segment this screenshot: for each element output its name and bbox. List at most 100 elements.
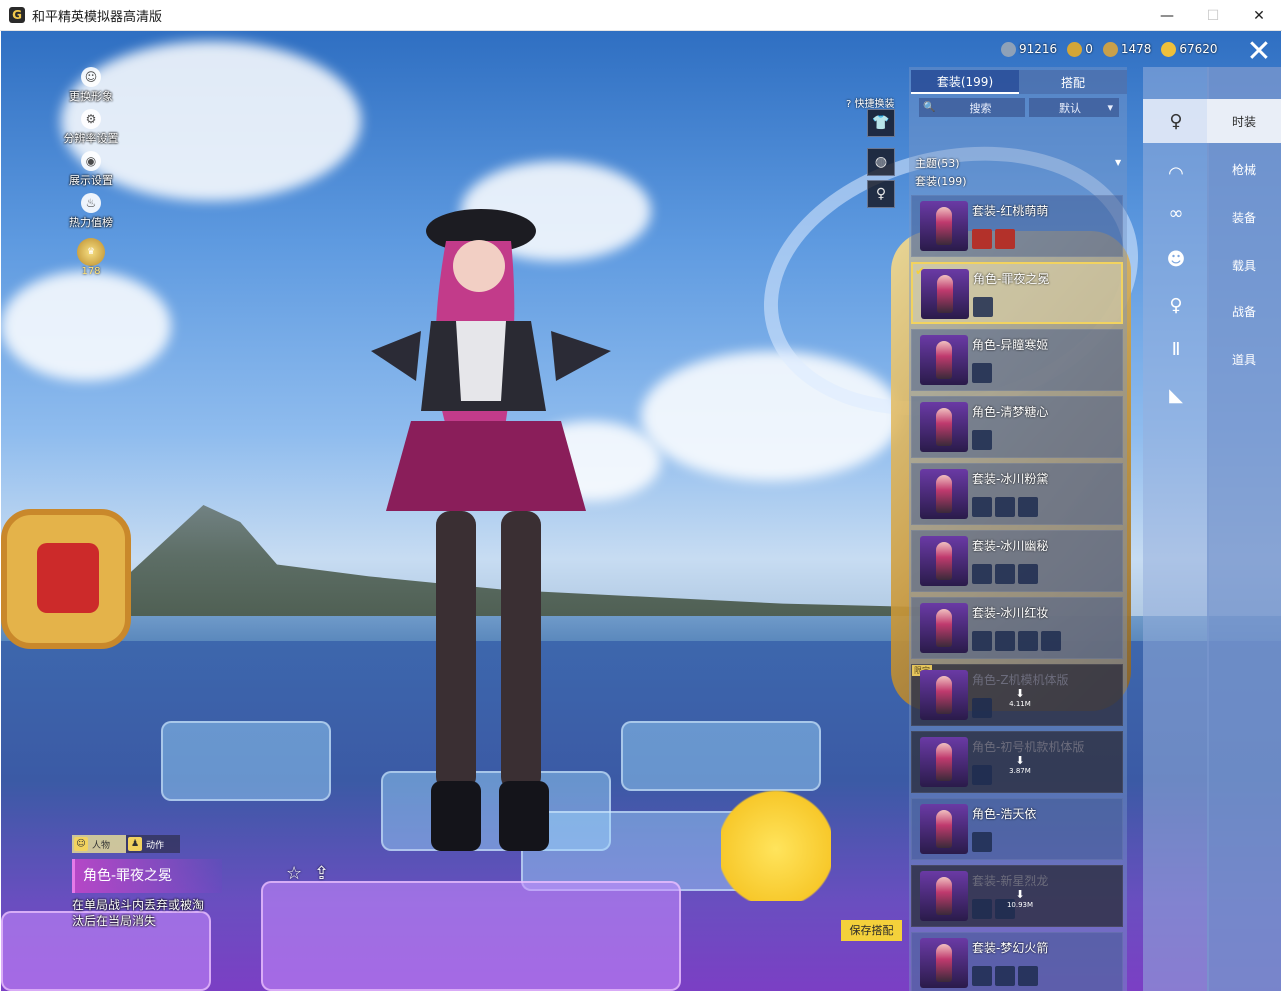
sort-select[interactable]: 默认 ▾ [1029, 98, 1119, 117]
outfit-item-selected[interactable]: ✔ 角色-罪夜之冕 [911, 262, 1123, 324]
theme-count[interactable]: 主题(53) [915, 155, 960, 171]
category-icon-column: ♀ ◠ ∞ ☻ ♀ Ⅱ ◣ [1143, 67, 1209, 991]
minimize-button[interactable]: — [1144, 0, 1190, 31]
quick-slot-shirt[interactable]: 👕 [867, 109, 895, 137]
outfit-parts [973, 297, 993, 317]
currency-bar: 91216 0 1478 67620 [1001, 39, 1218, 59]
favorite-icon[interactable]: ☆ [286, 863, 302, 884]
outfit-part [972, 497, 992, 517]
outfit-item-downloading[interactable]: 套装-新星烈龙 ⬇ 10.93M [911, 865, 1123, 927]
outfit-parts [972, 497, 1038, 517]
outfit-name: 套装-冰川幽秘 [972, 539, 1049, 553]
outfit-part [1018, 497, 1038, 517]
currency-value: 91216 [1019, 42, 1058, 56]
shirt-icon: 👕 [872, 115, 890, 131]
outfit-name: 角色-初号机款机体版 [972, 740, 1085, 754]
search-placeholder: 搜索 [969, 101, 992, 115]
outfit-thumbnail [920, 335, 968, 385]
share-icon[interactable]: ⇪ [314, 863, 329, 884]
tab-battle-gear[interactable]: 战备 [1207, 289, 1281, 333]
currency-token[interactable]: 1478 [1102, 41, 1151, 57]
outfit-item[interactable]: 角色-异瞳寒姬 [911, 329, 1123, 391]
outfit-part [995, 564, 1015, 584]
download-button[interactable]: ⬇ 4.11M [1008, 687, 1032, 708]
gear-icon: ⚙ [81, 109, 101, 129]
download-size: 10.93M [1006, 901, 1034, 909]
outfit-tabs: 套装(199) 搭配 [911, 70, 1127, 94]
character-icon[interactable]: ♀ [1143, 99, 1209, 143]
outfit-item[interactable]: 套装-红桃萌萌 [911, 195, 1123, 257]
quick-change-label[interactable]: ? 快捷换装 [846, 95, 906, 110]
outfit-item[interactable]: 角色-清梦糖心 [911, 396, 1123, 458]
character-leg-right [501, 511, 541, 791]
outfit-item[interactable]: 角色-浩天依 [911, 798, 1123, 860]
game-viewport: ☺ 更换形象 ⚙ 分辨率设置 ◉ 展示设置 ♨ 热力值榜 ♛ 178 ? 快捷换… [1, 31, 1281, 991]
download-size: 4.11M [1009, 700, 1031, 708]
shoes-icon[interactable]: ◣ [1143, 373, 1209, 417]
currency-coin[interactable]: 91216 [1001, 41, 1058, 57]
search-input[interactable]: 🔍 搜索 [919, 98, 1025, 117]
action-mode-button[interactable]: ♟ 动作 [126, 835, 180, 853]
outfit-part [995, 229, 1015, 249]
outfit-item[interactable]: 套装-梦幻火箭 [911, 932, 1123, 991]
outfit-thumbnail [920, 670, 968, 720]
mode-toggle: ☺ 人物 ♟ 动作 [72, 835, 180, 853]
character-skirt [386, 421, 586, 511]
currency-gold[interactable]: 67620 [1161, 41, 1218, 57]
save-combo-button[interactable]: 保存搭配 [841, 920, 902, 941]
window-close-button[interactable]: ✕ [1236, 0, 1282, 31]
outfit-parts [972, 698, 992, 718]
resolution-settings-item[interactable]: ⚙ 分辨率设置 [59, 109, 123, 146]
outfit-part [972, 765, 992, 785]
glasses-icon[interactable]: ∞ [1143, 191, 1209, 235]
outfit-item-downloading[interactable]: 角色-初号机款机体版 ⬇ 3.87M [911, 731, 1123, 793]
outfit-item[interactable]: 套装-冰川红妆 [911, 597, 1123, 659]
close-icon[interactable]: ✕ [1241, 34, 1277, 70]
tab-items[interactable]: 道具 [1207, 337, 1281, 381]
outfit-name: 角色-罪夜之冕 [973, 272, 1050, 286]
outfit-name: 套装-红桃萌萌 [972, 204, 1049, 218]
outfit-part [972, 899, 992, 919]
filter-caret-icon[interactable]: ▼ [1115, 158, 1121, 167]
outfit-icon[interactable]: ♀ [1143, 283, 1209, 327]
tab-equipment[interactable]: 装备 [1207, 195, 1281, 239]
resolution-settings-label: 分辨率设置 [63, 132, 119, 145]
outfit-part [1041, 631, 1061, 651]
person-mode-button[interactable]: ☺ 人物 [72, 835, 126, 853]
tab-combos[interactable]: 搭配 [1019, 70, 1127, 94]
tab-vehicles[interactable]: 载具 [1207, 243, 1281, 287]
outfit-name: 角色-Z机模机体版 [972, 673, 1069, 687]
chevron-down-icon: ▾ [1107, 101, 1113, 114]
tab-suits[interactable]: 套装(199) [911, 70, 1019, 94]
outfit-part [972, 698, 992, 718]
figure-icon: ♀ [875, 186, 887, 202]
level-badge[interactable]: ♛ 178 [59, 235, 123, 277]
pants-icon[interactable]: Ⅱ [1143, 327, 1209, 371]
smile-icon: ☺ [74, 837, 88, 851]
change-avatar-label: 更换形象 [69, 90, 113, 103]
outfit-item[interactable]: 套装-冰川粉黛 [911, 463, 1123, 525]
download-icon: ⬇ [1015, 754, 1025, 767]
tab-guns[interactable]: 枪械 [1207, 147, 1281, 191]
outfit-item[interactable]: 套装-冰川幽秘 [911, 530, 1123, 592]
maximize-button[interactable]: ☐ [1190, 0, 1236, 31]
floor-tile-glow [261, 881, 681, 991]
outfit-part [1018, 966, 1038, 986]
download-button[interactable]: ⬇ 10.93M [1006, 888, 1034, 909]
currency-ticket[interactable]: 0 [1067, 41, 1093, 57]
quick-slot-figure[interactable]: ♀ [867, 180, 895, 208]
download-button[interactable]: ⬇ 3.87M [1008, 754, 1032, 775]
heat-ranking-item[interactable]: ♨ 热力值榜 [59, 193, 123, 230]
outfit-item-downloading[interactable]: 限定 角色-Z机模机体版 ⬇ 4.11M [911, 664, 1123, 726]
outfit-name: 套装-冰川红妆 [972, 606, 1049, 620]
outfit-thumbnail [921, 269, 969, 319]
hat-icon[interactable]: ◠ [1143, 151, 1209, 195]
character-model[interactable] [361, 181, 621, 881]
mask-icon[interactable]: ☻ [1143, 237, 1209, 281]
outfit-parts [972, 430, 992, 450]
display-settings-item[interactable]: ◉ 展示设置 [59, 151, 123, 188]
character-leg-left [436, 511, 476, 791]
quick-slot-helmet[interactable]: ◍ [867, 148, 895, 176]
change-avatar-item[interactable]: ☺ 更换形象 [59, 67, 123, 104]
tab-fashion[interactable]: 时装 [1207, 99, 1281, 143]
